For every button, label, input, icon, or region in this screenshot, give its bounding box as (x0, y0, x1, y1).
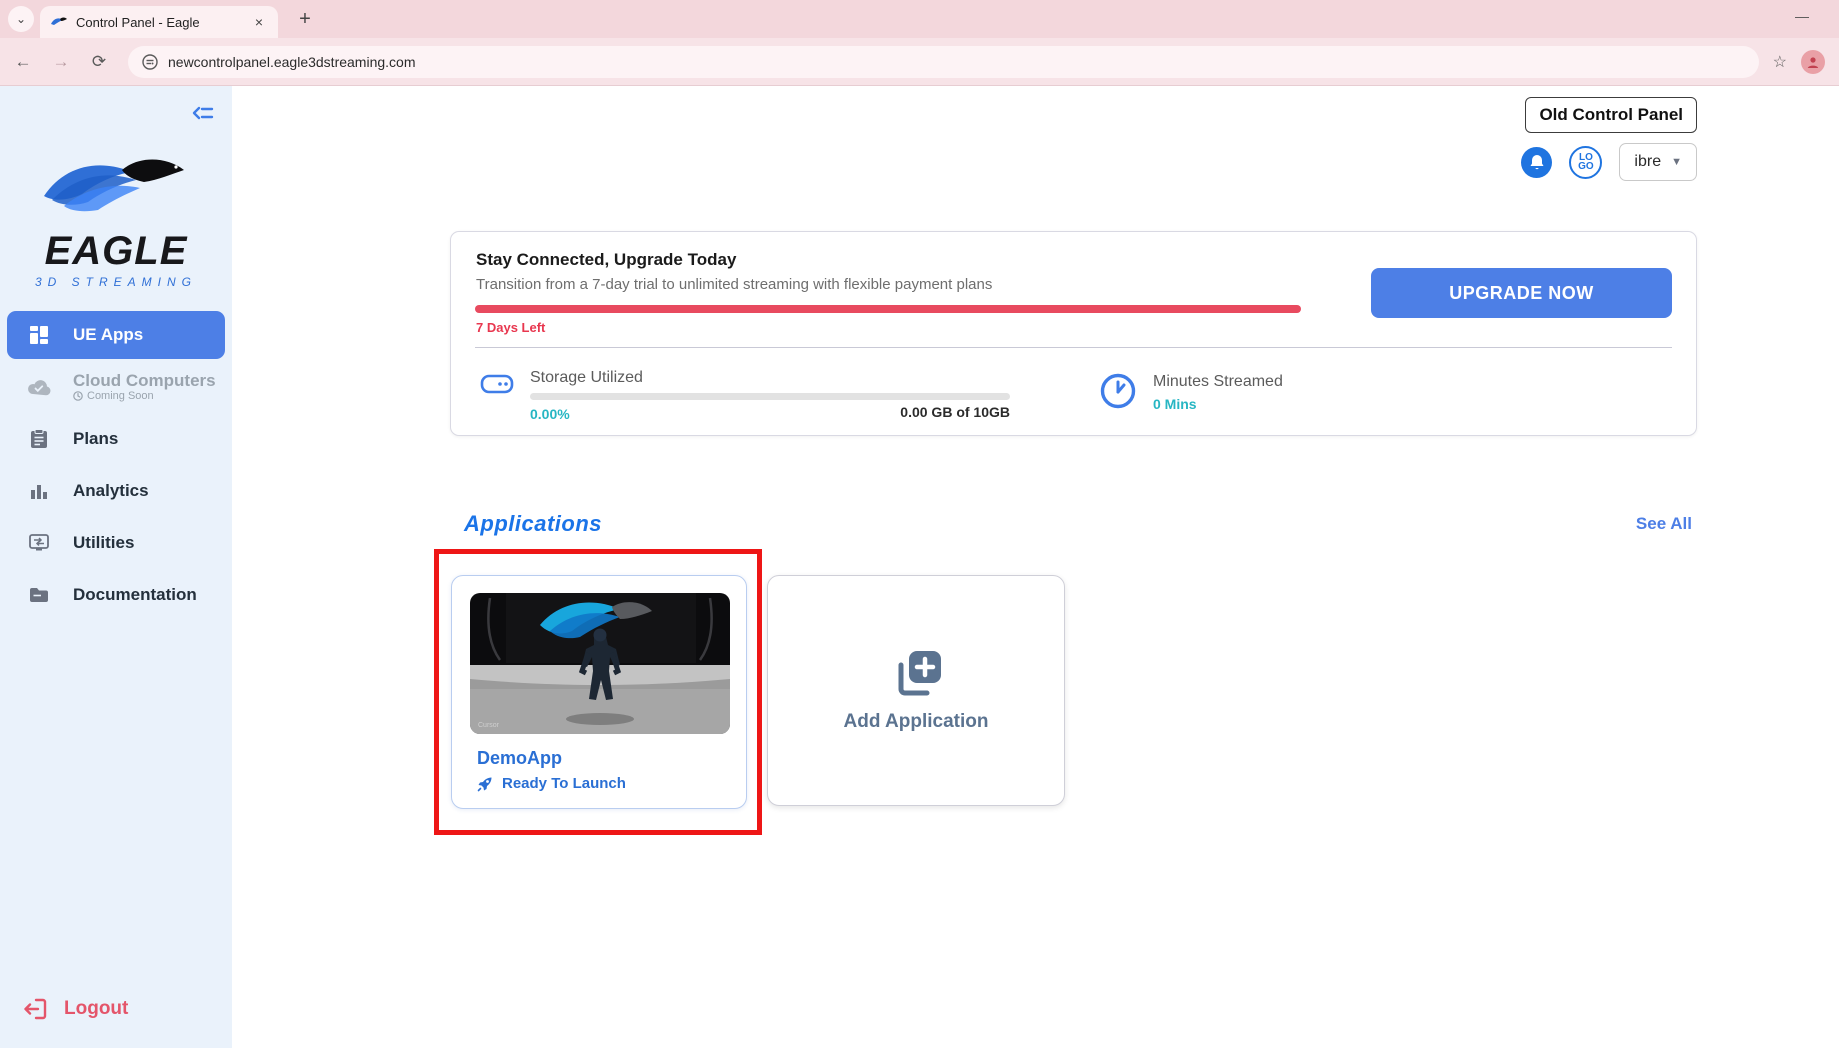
account-name: ibre (1634, 153, 1661, 171)
storage-icon (480, 372, 514, 401)
clipboard-icon (27, 427, 51, 451)
sidebar-item-label: UE Apps (73, 325, 143, 345)
tab-close-icon[interactable]: × (250, 13, 268, 31)
logout-icon (24, 998, 48, 1020)
bookmark-star-icon[interactable]: ☆ (1773, 52, 1787, 72)
collapse-icon (192, 104, 214, 122)
profile-avatar[interactable] (1801, 50, 1825, 74)
app-name[interactable]: DemoApp (477, 748, 562, 769)
sidebar-nav: UE Apps Cloud Computers (0, 311, 232, 619)
see-all-link[interactable]: See All (1636, 514, 1692, 534)
bar-chart-icon (27, 479, 51, 503)
sidebar-item-documentation[interactable]: Documentation (7, 571, 225, 619)
old-control-panel-button[interactable]: Old Control Panel (1525, 97, 1697, 133)
window-minimize-button[interactable]: — (1795, 8, 1809, 24)
sidebar-item-plans[interactable]: Plans (7, 415, 225, 463)
new-tab-button[interactable]: + (292, 8, 318, 31)
eagle-logo: EAGLE 3D STREAMING (0, 144, 232, 289)
storage-label: Storage Utilized (530, 369, 643, 387)
transfer-icon (27, 531, 51, 555)
add-application-label: Add Application (844, 711, 989, 733)
main-content: Old Control Panel LO GO ibre ▼ Stay Conn… (232, 86, 1839, 1048)
chevron-down-icon: ⌄ (16, 12, 26, 26)
tab-title: Control Panel - Eagle (76, 15, 250, 30)
days-left-label: 7 Days Left (476, 320, 545, 335)
coming-soon-badge: Coming Soon (73, 390, 216, 402)
tab-search-button[interactable]: ⌄ (8, 6, 34, 32)
logo-wordmark: EAGLE (0, 231, 232, 271)
sidebar-item-label: Cloud Computers (73, 372, 216, 391)
person-icon (1806, 55, 1820, 69)
sidebar-item-utilities[interactable]: Utilities (7, 519, 225, 567)
browser-toolbar: ← → ⟳ newcontrolpanel.eagle3dstreaming.c… (0, 38, 1839, 86)
site-settings-icon[interactable] (142, 54, 158, 70)
forward-button[interactable]: → (46, 47, 76, 77)
folder-icon (27, 583, 51, 607)
sidebar-item-ue-apps[interactable]: UE Apps (7, 311, 225, 359)
back-button[interactable]: ← (8, 47, 38, 77)
sidebar-item-label: Analytics (73, 481, 149, 501)
url-bar[interactable]: newcontrolpanel.eagle3dstreaming.com (128, 46, 1759, 78)
add-application-card[interactable]: Add Application (767, 575, 1065, 806)
sidebar-item-label: Plans (73, 429, 118, 449)
logo-badge-line2: GO (1578, 162, 1594, 171)
header-icons: LO GO ibre ▼ (1521, 143, 1697, 181)
sidebar-item-analytics[interactable]: Analytics (7, 467, 225, 515)
applications-header: Applications See All (464, 511, 1692, 537)
storage-usage: 0.00 GB of 10GB (530, 404, 1010, 420)
clock-icon (1099, 372, 1137, 415)
banner-title: Stay Connected, Upgrade Today (476, 250, 736, 270)
trial-progress-fill (475, 305, 1301, 313)
eagle-logo-icon (36, 144, 196, 222)
cloud-icon (27, 375, 51, 399)
banner-subtitle: Transition from a 7-day trial to unlimit… (476, 276, 992, 293)
minutes-streamed-value: 0 Mins (1153, 396, 1197, 412)
account-menu-button[interactable]: ibre ▼ (1619, 143, 1697, 181)
sidebar-item-cloud-computers: Cloud Computers Coming Soon (7, 363, 225, 411)
logout-label: Logout (64, 998, 128, 1020)
clock-small-icon (73, 391, 83, 401)
sidebar: EAGLE 3D STREAMING UE Apps (0, 86, 232, 1048)
eagle-favicon (50, 15, 68, 29)
browser-chrome: ⌄ Control Panel - Eagle × + — ← → ⟳ newc… (0, 0, 1839, 86)
logo-subtitle: 3D STREAMING (0, 275, 232, 289)
chevron-down-icon: ▼ (1671, 156, 1682, 168)
tab-strip: ⌄ Control Panel - Eagle × + — (0, 0, 1839, 38)
demoapp-thumbnail[interactable]: Cursor (470, 593, 730, 734)
thumbnail-watermark: Cursor (478, 722, 500, 729)
minutes-streamed-label: Minutes Streamed (1153, 373, 1283, 391)
app-status-label: Ready To Launch (502, 775, 626, 792)
url-text[interactable]: newcontrolpanel.eagle3dstreaming.com (168, 54, 415, 70)
banner-divider (475, 347, 1672, 348)
upgrade-now-button[interactable]: UPGRADE NOW (1371, 268, 1672, 318)
sidebar-item-label: Documentation (73, 585, 197, 605)
add-application-icon (889, 649, 943, 701)
bell-icon (1529, 154, 1545, 171)
rocket-icon (477, 775, 494, 792)
coming-soon-label: Coming Soon (87, 390, 154, 402)
logout-button[interactable]: Logout (24, 998, 128, 1020)
reload-button[interactable]: ⟳ (84, 47, 114, 77)
applications-heading: Applications (464, 511, 602, 537)
browser-tab[interactable]: Control Panel - Eagle × (40, 6, 278, 38)
storage-progressbar (530, 393, 1010, 400)
app-status: Ready To Launch (477, 775, 626, 792)
sidebar-item-label: Utilities (73, 533, 134, 553)
demoapp-card[interactable]: Cursor DemoApp Ready To Launch (451, 575, 747, 809)
upgrade-banner-card: Stay Connected, Upgrade Today Transition… (450, 231, 1697, 436)
grid-icon (27, 323, 51, 347)
brand-logo-button[interactable]: LO GO (1569, 146, 1602, 179)
sidebar-collapse-button[interactable] (192, 104, 214, 127)
notifications-button[interactable] (1521, 147, 1552, 178)
